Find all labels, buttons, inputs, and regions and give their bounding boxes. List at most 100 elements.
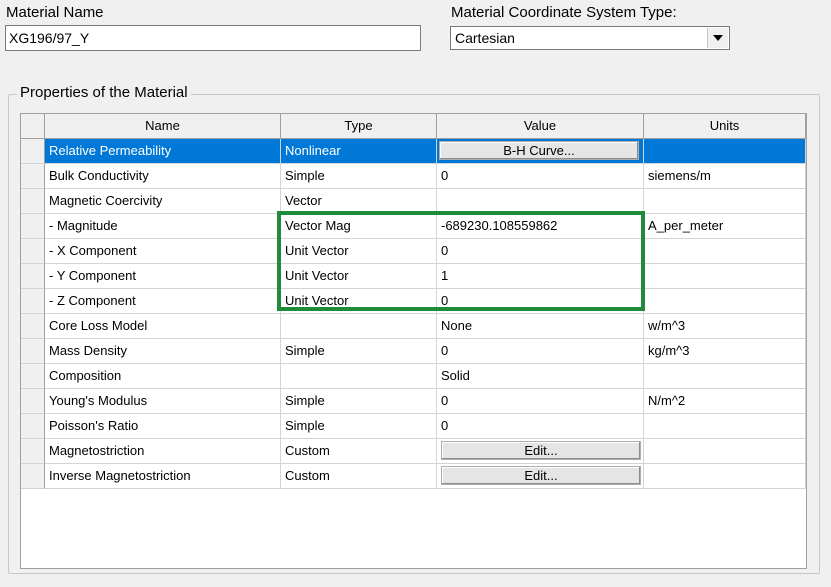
coordinate-system-label: Material Coordinate System Type: — [451, 4, 677, 21]
property-name-cell[interactable]: - Magnitude — [45, 214, 281, 239]
row-header[interactable] — [21, 264, 45, 289]
table-row[interactable]: Core Loss Model None w/m^3 — [21, 314, 806, 339]
property-type-cell[interactable]: Vector Mag — [281, 214, 437, 239]
row-header[interactable] — [21, 339, 45, 364]
property-value-cell[interactable]: 0 — [437, 289, 644, 314]
property-value-cell: B-H Curve... — [437, 139, 644, 164]
property-name-cell[interactable]: Core Loss Model — [45, 314, 281, 339]
properties-grid[interactable]: Name Type Value Units Relative Permeabil… — [20, 113, 807, 569]
property-name-cell[interactable]: Magnetostriction — [45, 439, 281, 464]
table-row[interactable]: - Z Component Unit Vector 0 — [21, 289, 806, 314]
property-value-cell[interactable]: 0 — [437, 239, 644, 264]
property-type-cell[interactable]: Simple — [281, 414, 437, 439]
edit-button[interactable]: Edit... — [441, 466, 641, 485]
table-row[interactable]: - X Component Unit Vector 0 — [21, 239, 806, 264]
property-name-cell[interactable]: Relative Permeability — [45, 139, 281, 164]
property-type-cell[interactable]: Vector — [281, 189, 437, 214]
table-row[interactable]: Young's Modulus Simple 0 N/m^2 — [21, 389, 806, 414]
property-type-cell[interactable]: Unit Vector — [281, 264, 437, 289]
property-name-cell[interactable]: - Z Component — [45, 289, 281, 314]
material-name-input[interactable] — [5, 25, 421, 51]
property-type-cell[interactable]: Unit Vector — [281, 239, 437, 264]
row-header[interactable] — [21, 214, 45, 239]
property-type-cell[interactable]: Custom — [281, 439, 437, 464]
property-type-cell[interactable] — [281, 364, 437, 389]
property-type-cell[interactable]: Simple — [281, 164, 437, 189]
property-units-cell[interactable] — [644, 289, 806, 314]
table-row[interactable]: Relative Permeability Nonlinear B-H Curve.… — [21, 139, 806, 164]
property-units-cell[interactable] — [644, 464, 806, 489]
row-header[interactable] — [21, 364, 45, 389]
property-value-cell[interactable] — [437, 189, 644, 214]
row-header[interactable] — [21, 439, 45, 464]
coordinate-system-select[interactable]: Cartesian — [450, 26, 730, 50]
dropdown-button[interactable] — [707, 28, 728, 48]
property-name-cell[interactable]: Bulk Conductivity — [45, 164, 281, 189]
property-value-cell: Edit... — [437, 439, 644, 464]
property-value-cell[interactable]: 0 — [437, 389, 644, 414]
table-row[interactable]: Magnetic Coercivity Vector — [21, 189, 806, 214]
property-type-cell[interactable]: Nonlinear — [281, 139, 437, 164]
table-row[interactable]: Mass Density Simple 0 kg/m^3 — [21, 339, 806, 364]
property-name-cell[interactable]: Inverse Magnetostriction — [45, 464, 281, 489]
property-units-cell[interactable] — [644, 439, 806, 464]
bh-curve-button[interactable]: B-H Curve... — [439, 141, 639, 160]
grid-body: Relative Permeability Nonlinear B-H Curve.… — [21, 139, 806, 489]
property-type-cell[interactable]: Unit Vector — [281, 289, 437, 314]
header-name[interactable]: Name — [45, 114, 281, 139]
header-units[interactable]: Units — [644, 114, 806, 139]
table-row[interactable]: Poisson's Ratio Simple 0 — [21, 414, 806, 439]
property-units-cell[interactable]: N/m^2 — [644, 389, 806, 414]
property-name-cell[interactable]: Mass Density — [45, 339, 281, 364]
row-header[interactable] — [21, 189, 45, 214]
property-units-cell[interactable]: kg/m^3 — [644, 339, 806, 364]
row-header[interactable] — [21, 464, 45, 489]
property-units-cell[interactable]: w/m^3 — [644, 314, 806, 339]
property-type-cell[interactable]: Simple — [281, 389, 437, 414]
property-name-cell[interactable]: - X Component — [45, 239, 281, 264]
property-type-cell[interactable] — [281, 314, 437, 339]
property-value-cell[interactable]: -689230.108559862 — [437, 214, 644, 239]
property-value-cell: Edit... — [437, 464, 644, 489]
row-header[interactable] — [21, 139, 45, 164]
property-name-cell[interactable]: - Y Component — [45, 264, 281, 289]
table-row[interactable]: Magnetostriction Custom Edit... — [21, 439, 806, 464]
property-value-cell[interactable]: 0 — [437, 339, 644, 364]
properties-group-title: Properties of the Material — [17, 84, 191, 101]
row-header[interactable] — [21, 414, 45, 439]
row-header[interactable] — [21, 389, 45, 414]
property-units-cell[interactable] — [644, 364, 806, 389]
row-header[interactable] — [21, 164, 45, 189]
table-row[interactable]: Inverse Magnetostriction Custom Edit... — [21, 464, 806, 489]
property-name-cell[interactable]: Composition — [45, 364, 281, 389]
property-units-cell[interactable] — [644, 239, 806, 264]
row-header[interactable] — [21, 314, 45, 339]
header-value[interactable]: Value — [437, 114, 644, 139]
table-row[interactable]: - Magnitude Vector Mag -689230.108559862 A_… — [21, 214, 806, 239]
row-header[interactable] — [21, 289, 45, 314]
property-units-cell[interactable] — [644, 414, 806, 439]
property-name-cell[interactable]: Young's Modulus — [45, 389, 281, 414]
property-units-cell[interactable] — [644, 264, 806, 289]
row-header[interactable] — [21, 239, 45, 264]
property-units-cell[interactable]: A_per_meter — [644, 214, 806, 239]
edit-button[interactable]: Edit... — [441, 441, 641, 460]
header-corner — [21, 114, 45, 139]
property-value-cell[interactable]: None — [437, 314, 644, 339]
property-name-cell[interactable]: Poisson's Ratio — [45, 414, 281, 439]
property-type-cell[interactable]: Custom — [281, 464, 437, 489]
property-units-cell[interactable] — [644, 139, 806, 164]
table-row[interactable]: Composition Solid — [21, 364, 806, 389]
property-value-cell[interactable]: 0 — [437, 414, 644, 439]
property-units-cell[interactable]: siemens/m — [644, 164, 806, 189]
table-row[interactable]: Bulk Conductivity Simple 0 siemens/m — [21, 164, 806, 189]
property-name-cell[interactable]: Magnetic Coercivity — [45, 189, 281, 214]
property-value-cell[interactable]: 1 — [437, 264, 644, 289]
property-units-cell[interactable] — [644, 189, 806, 214]
grid-header: Name Type Value Units — [21, 114, 806, 139]
table-row[interactable]: - Y Component Unit Vector 1 — [21, 264, 806, 289]
property-type-cell[interactable]: Simple — [281, 339, 437, 364]
property-value-cell[interactable]: Solid — [437, 364, 644, 389]
header-type[interactable]: Type — [281, 114, 437, 139]
property-value-cell[interactable]: 0 — [437, 164, 644, 189]
